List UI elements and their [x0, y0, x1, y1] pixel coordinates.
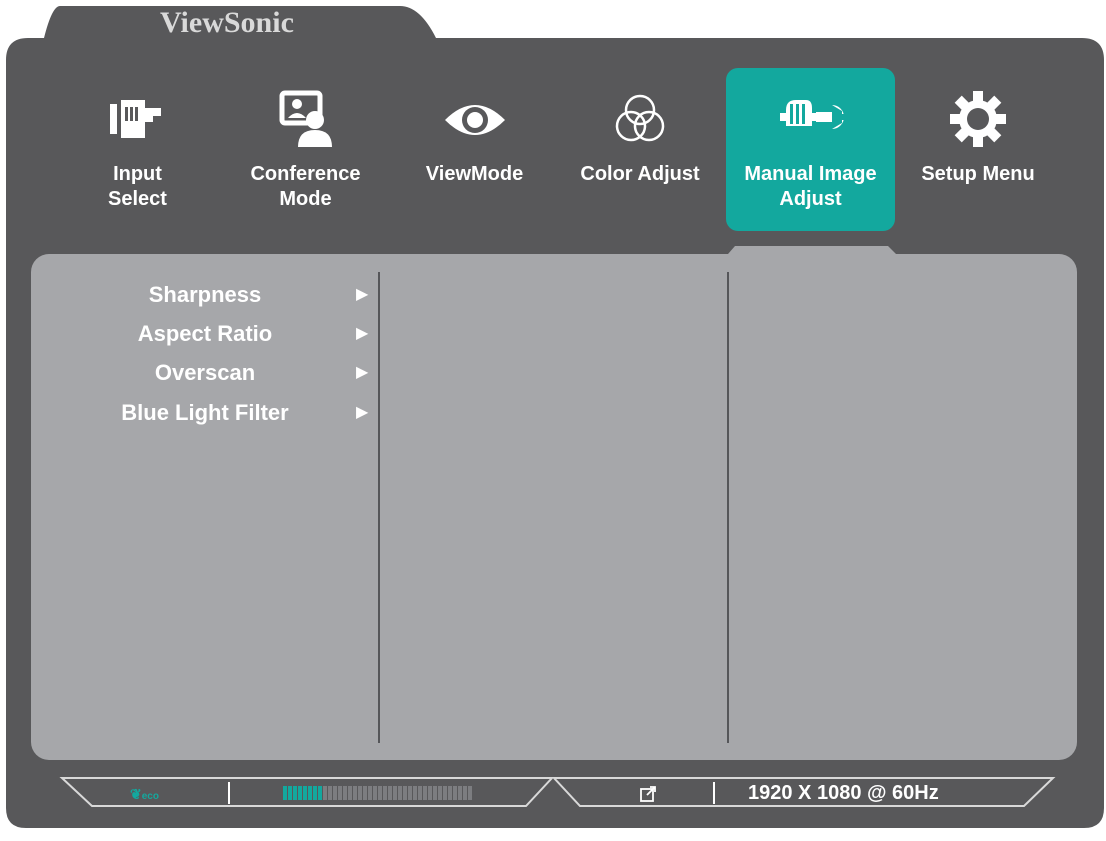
brightness-segment	[468, 786, 472, 800]
tab-label: Color Adjust	[580, 163, 700, 185]
menu-item-blue-light-filter[interactable]: Blue Light Filter	[75, 396, 335, 430]
tab-label: Setup Menu	[921, 163, 1035, 185]
tab-manual-image-adjust[interactable]: Manual Image Adjust	[726, 68, 895, 231]
brightness-segment	[343, 786, 347, 800]
chevron-right-icon: ▶	[356, 325, 369, 342]
brightness-segment	[423, 786, 427, 800]
brightness-segment	[443, 786, 447, 800]
brightness-segment	[413, 786, 417, 800]
brightness-segment	[433, 786, 437, 800]
brightness-segment	[298, 786, 302, 800]
brightness-segment	[313, 786, 317, 800]
tab-input-select[interactable]: Input Select	[60, 68, 215, 231]
brightness-segment	[358, 786, 362, 800]
eco-label: eco	[141, 791, 159, 802]
tab-label: Manual Image Adjust	[744, 163, 877, 210]
eco-icon: ❦eco	[130, 786, 159, 802]
brightness-segment	[333, 786, 337, 800]
brightness-segment	[293, 786, 297, 800]
brightness-segment	[403, 786, 407, 800]
resolution-readout: 1920 X 1080 @ 60Hz	[748, 782, 939, 804]
tab-setup-menu[interactable]: Setup Menu	[903, 68, 1053, 231]
column-divider	[378, 272, 380, 743]
status-separator	[228, 782, 230, 804]
column-divider	[727, 272, 729, 743]
brightness-segment	[383, 786, 387, 800]
brightness-segment	[368, 786, 372, 800]
color-adjust-icon	[615, 94, 665, 142]
brightness-segment	[283, 786, 287, 800]
tab-viewmode[interactable]: ViewMode	[397, 68, 552, 231]
brightness-segment	[303, 786, 307, 800]
brightness-segment	[428, 786, 432, 800]
conference-mode-icon	[279, 90, 332, 147]
manual-image-adjust-icon	[779, 100, 846, 129]
tab-conference-mode[interactable]: Conference Mode	[228, 68, 383, 231]
brightness-segment	[453, 786, 457, 800]
brightness-segment	[458, 786, 462, 800]
status-separator	[713, 782, 715, 804]
brightness-segment	[288, 786, 292, 800]
brightness-segment	[348, 786, 352, 800]
brightness-segment	[418, 786, 422, 800]
brightness-segment	[463, 786, 467, 800]
brightness-segment	[378, 786, 382, 800]
eye-icon	[444, 105, 505, 135]
brightness-segment	[448, 786, 452, 800]
tab-label: Conference Mode	[250, 163, 361, 210]
tab-label: ViewMode	[425, 163, 524, 185]
input-select-icon	[109, 100, 161, 138]
menu-item-aspect-ratio[interactable]: Aspect Ratio	[90, 317, 320, 351]
brightness-segment	[308, 786, 312, 800]
brightness-segment	[318, 786, 322, 800]
brand-logo: ViewSonic	[160, 6, 294, 39]
brightness-segment	[373, 786, 377, 800]
tab-label: Input Select	[108, 163, 167, 210]
external-link-icon	[640, 786, 656, 802]
brightness-segment	[323, 786, 327, 800]
brightness-segment	[388, 786, 392, 800]
menu-item-overscan[interactable]: Overscan	[90, 356, 320, 390]
chevron-right-icon: ▶	[356, 364, 369, 381]
tab-color-adjust[interactable]: Color Adjust	[566, 68, 714, 231]
brightness-segment	[408, 786, 412, 800]
brightness-segment	[328, 786, 332, 800]
brightness-level-bar	[283, 786, 472, 800]
brightness-segment	[393, 786, 397, 800]
gear-icon	[950, 91, 1006, 147]
menu-item-sharpness[interactable]: Sharpness	[90, 278, 320, 312]
brightness-segment	[338, 786, 342, 800]
brightness-segment	[363, 786, 367, 800]
chevron-right-icon: ▶	[356, 404, 369, 421]
brightness-segment	[353, 786, 357, 800]
brightness-segment	[438, 786, 442, 800]
chevron-right-icon: ▶	[356, 286, 369, 303]
brightness-segment	[398, 786, 402, 800]
